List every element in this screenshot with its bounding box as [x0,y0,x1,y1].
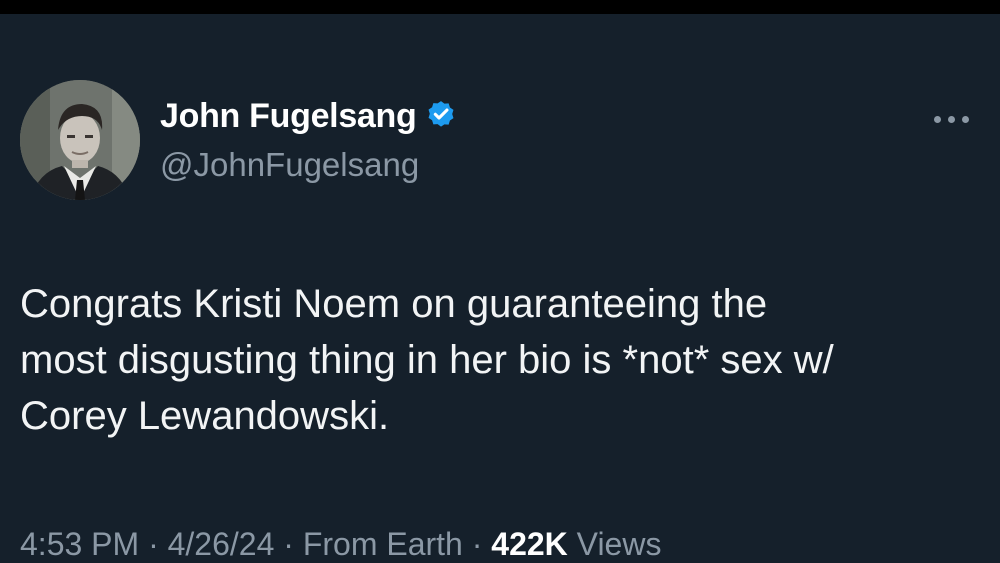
views-count: 422K [491,526,568,562]
avatar[interactable] [20,80,140,200]
tweet-text-line: Congrats Kristi Noem on guaranteeing the [20,282,768,326]
more-horizontal-icon[interactable] [930,110,974,130]
tweet-source: From Earth [302,526,463,562]
top-status-strip [0,0,1000,14]
author-name-row: John Fugelsang [160,94,458,138]
tweet-card: John Fugelsang @JohnFugelsang Congrats K… [0,14,1000,562]
views-label: Views [576,526,662,562]
author-block: John Fugelsang @JohnFugelsang [160,94,458,184]
avatar-photo [20,80,140,200]
tweet-date[interactable]: 4/26/24 [168,526,275,562]
tweet-text-line: Corey Lewandowski. [20,394,390,438]
author-handle[interactable]: @JohnFugelsang [160,146,458,184]
tweet-text-line: most disgusting thing in her bio is *not… [20,338,834,382]
author-display-name[interactable]: John Fugelsang [160,97,417,136]
tweet-text: Congrats Kristi Noem on guaranteeing the… [20,276,980,444]
verified-badge-icon [424,99,458,133]
tweet-meta: 4:53 PM · 4/26/24 · From Earth · 422K Vi… [20,526,662,562]
tweet-time[interactable]: 4:53 PM [20,526,139,562]
